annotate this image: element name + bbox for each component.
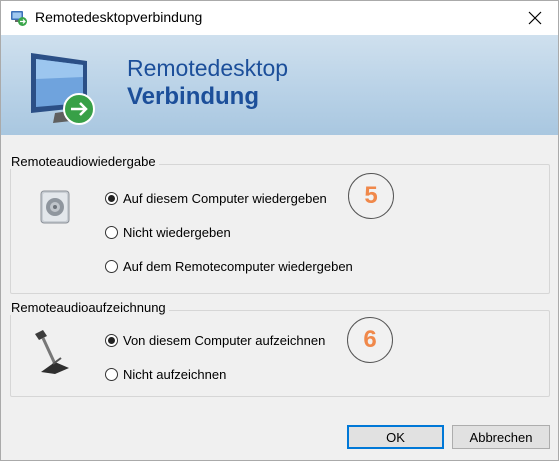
header-banner: Remotedesktop Verbindung bbox=[1, 35, 558, 135]
radio-button-checked[interactable] bbox=[105, 192, 118, 205]
recording-option-none[interactable]: Nicht aufzeichnen bbox=[105, 367, 226, 382]
close-button[interactable] bbox=[512, 1, 558, 35]
playback-option-none[interactable]: Nicht wiedergeben bbox=[105, 225, 231, 240]
monitor-icon bbox=[31, 53, 95, 125]
playback-option-remote[interactable]: Auf dem Remotecomputer wiedergeben bbox=[105, 259, 353, 274]
step-marker-5: 5 bbox=[348, 173, 394, 219]
banner-subtitle: Verbindung bbox=[127, 83, 259, 110]
radio-label: Nicht aufzeichnen bbox=[123, 367, 227, 382]
playback-group-legend: Remoteaudiowiedergabe bbox=[10, 154, 159, 169]
radio-label: Auf dem Remotecomputer wiedergeben bbox=[123, 259, 353, 274]
step-marker-6: 6 bbox=[347, 317, 393, 363]
speaker-icon bbox=[40, 190, 70, 224]
cancel-button[interactable]: Abbrechen bbox=[452, 425, 550, 449]
radio-button-checked[interactable] bbox=[105, 334, 118, 347]
close-icon bbox=[528, 11, 542, 25]
title-bar: Remotedesktopverbindung bbox=[1, 1, 558, 35]
microphone-icon bbox=[35, 330, 69, 374]
radio-button[interactable] bbox=[105, 368, 118, 381]
recording-option-local[interactable]: Von diesem Computer aufzeichnen bbox=[105, 333, 325, 348]
radio-label: Nicht wiedergeben bbox=[123, 225, 231, 240]
radio-button[interactable] bbox=[105, 260, 118, 273]
radio-label: Von diesem Computer aufzeichnen bbox=[123, 333, 326, 348]
playback-option-local[interactable]: Auf diesem Computer wiedergeben bbox=[105, 191, 327, 206]
radio-button[interactable] bbox=[105, 226, 118, 239]
remote-desktop-icon bbox=[11, 11, 27, 26]
recording-group-legend: Remoteaudioaufzeichnung bbox=[10, 300, 169, 315]
ok-button[interactable]: OK bbox=[347, 425, 444, 449]
dialog-window: Remotedesktopverbindung Remotedesktop Ve… bbox=[0, 0, 559, 461]
banner-title: Remotedesktop bbox=[127, 55, 289, 81]
radio-label: Auf diesem Computer wiedergeben bbox=[123, 191, 327, 206]
window-title: Remotedesktopverbindung bbox=[35, 9, 203, 25]
playback-group bbox=[10, 164, 550, 294]
recording-group bbox=[10, 310, 550, 397]
